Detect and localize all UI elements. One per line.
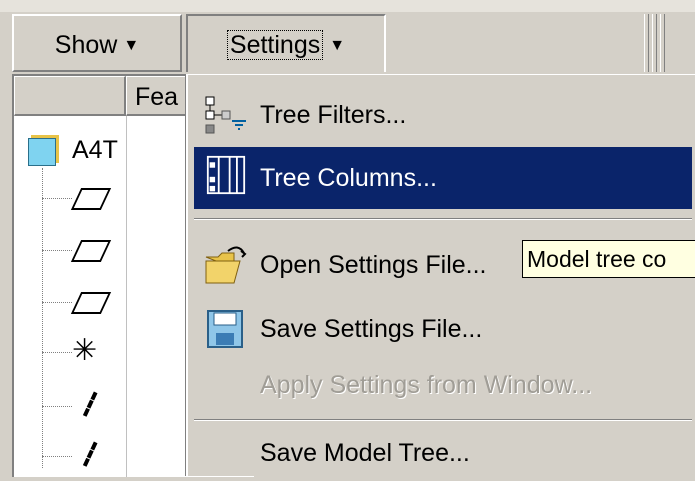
tooltip-text: Model tree co (527, 246, 667, 272)
tooltip: Model tree co (522, 240, 695, 278)
datum-plane-icon[interactable] (70, 292, 112, 314)
tree-connector (42, 302, 72, 303)
menu-item-label: Tree Filters... (260, 101, 407, 129)
chevron-down-icon: ▼ (329, 37, 346, 55)
menu-item-label: Save Settings File... (260, 315, 483, 343)
tree-connector (42, 198, 72, 199)
menu-item-save-settings-file[interactable]: Save Settings File... (194, 301, 692, 357)
coordinate-system-icon[interactable]: ✳ (72, 336, 97, 366)
tree-column-header-blank[interactable] (14, 76, 126, 116)
menu-item-tree-columns[interactable]: Tree Columns... (194, 147, 692, 209)
menu-separator (194, 419, 692, 421)
show-menu-button[interactable]: Show ▼ (12, 14, 182, 72)
menu-separator (194, 218, 692, 220)
menu-item-tree-filters[interactable]: Tree Filters... (194, 87, 692, 143)
datum-axis-icon[interactable] (82, 391, 102, 419)
show-button-label: Show (54, 31, 118, 59)
column-header-label: Fea (135, 83, 179, 111)
datum-plane-icon[interactable] (70, 240, 112, 262)
floppy-disk-icon (207, 310, 243, 348)
tree-connector (42, 406, 72, 407)
menu-item-label: Open Settings File... (260, 251, 487, 279)
datum-plane-icon[interactable] (70, 188, 112, 210)
settings-button-label: Settings (226, 30, 324, 60)
menu-item-label: Apply Settings from Window... (260, 371, 593, 399)
tree-connector (42, 352, 72, 353)
tree-columns-icon (206, 155, 246, 195)
tree-connector (42, 250, 72, 251)
menu-item-save-model-tree[interactable]: Save Model Tree... (194, 425, 692, 481)
settings-menu-button[interactable]: Settings ▼ (186, 14, 386, 72)
datum-axis-icon[interactable] (82, 441, 102, 469)
menu-item-label: Tree Columns... (260, 164, 437, 192)
tree-filter-icon (205, 96, 246, 134)
menu-item-label: Save Model Tree... (260, 439, 470, 467)
toolbar-grip-handle[interactable] (640, 14, 680, 72)
tree-connector (42, 456, 72, 457)
tree-node-area: A4T ✳ (14, 116, 127, 477)
toolbar-top-strip (0, 0, 695, 12)
menu-item-apply-settings-from-window[interactable]: Apply Settings from Window... (194, 357, 692, 413)
part-icon (28, 138, 56, 166)
tree-root-node[interactable]: A4T (72, 136, 118, 165)
tree-connector (42, 168, 43, 468)
open-folder-icon (205, 246, 247, 284)
chevron-down-icon: ▼ (123, 37, 140, 55)
model-tree-toolbar: Show ▼ Settings ▼ (0, 0, 695, 74)
